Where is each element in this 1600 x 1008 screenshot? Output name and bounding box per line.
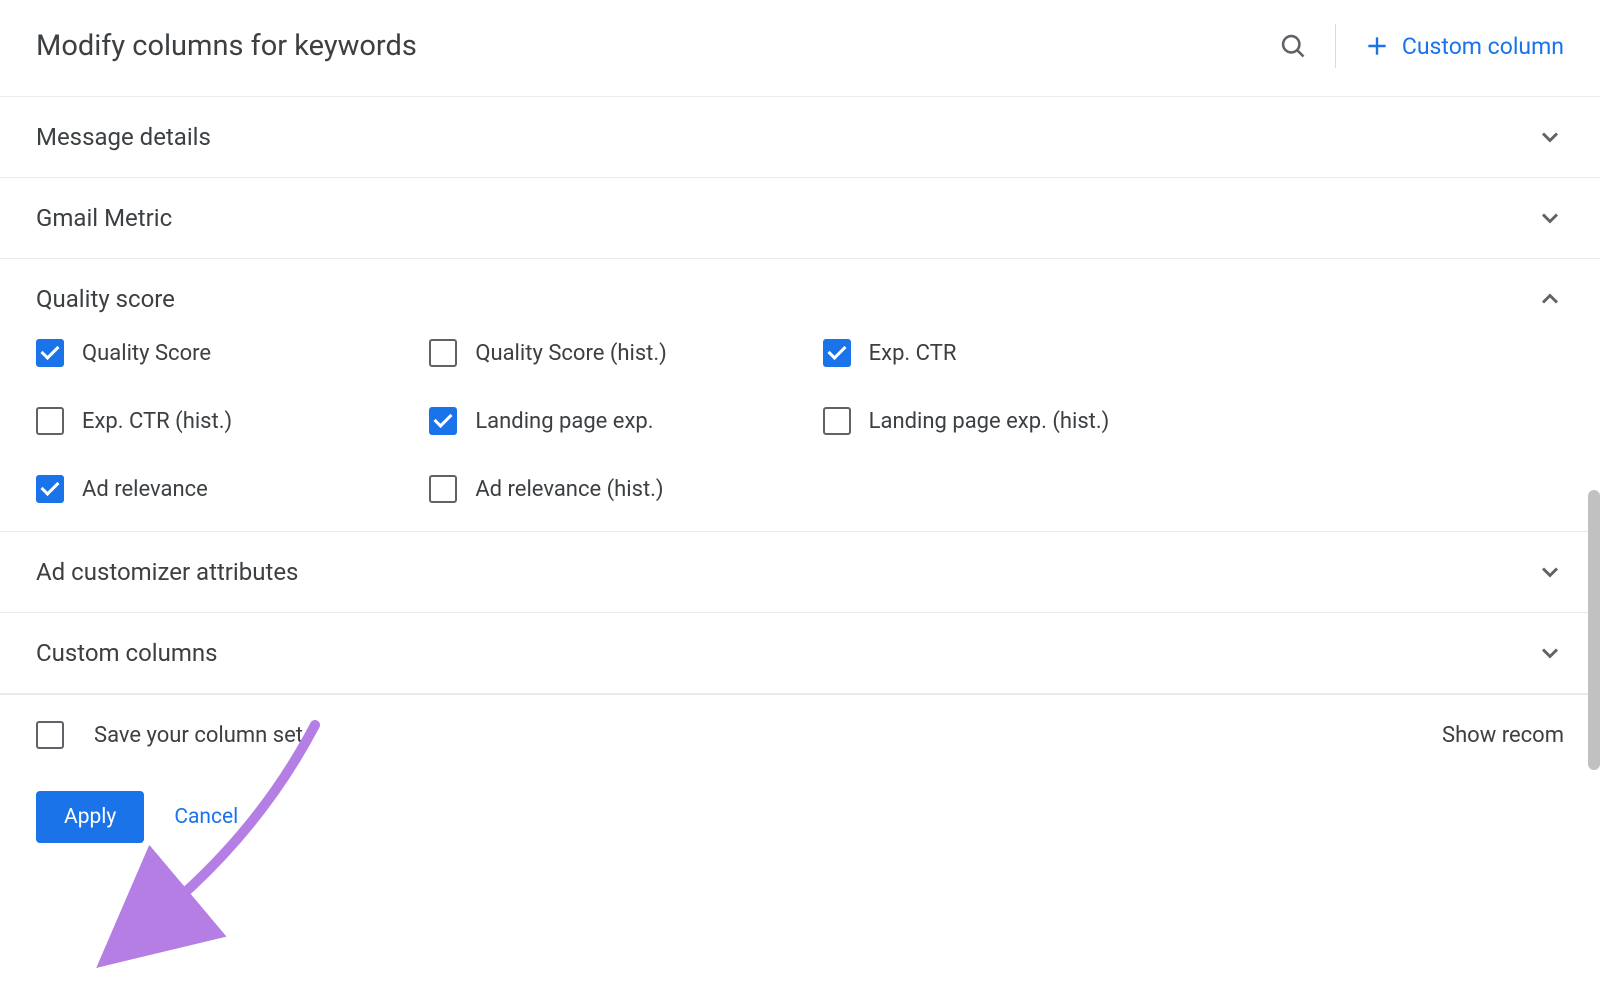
checkbox-icon [823, 407, 851, 435]
section-title: Quality score [36, 285, 175, 313]
checkbox-landing-page-exp-hist[interactable]: Landing page exp. (hist.) [823, 407, 1196, 435]
checkbox-icon [36, 475, 64, 503]
footer-row: Save your column set Show recom [36, 721, 1564, 749]
chevron-down-icon [1536, 204, 1564, 232]
checkbox-ad-relevance-hist[interactable]: Ad relevance (hist.) [429, 475, 802, 503]
section-body-quality-score: Quality Score Quality Score (hist.) Exp.… [0, 339, 1600, 531]
save-column-set-checkbox[interactable]: Save your column set [36, 721, 303, 749]
custom-column-button[interactable]: Custom column [1364, 33, 1564, 60]
section-ad-customizer: Ad customizer attributes [0, 532, 1600, 613]
chevron-down-icon [1536, 123, 1564, 151]
page-header: Modify columns for keywords Custom colum… [0, 0, 1600, 97]
section-message-details: Message details [0, 97, 1600, 178]
section-title: Message details [36, 123, 211, 151]
search-icon[interactable] [1279, 32, 1307, 60]
header-divider [1335, 24, 1336, 68]
section-gmail-metric: Gmail Metric [0, 178, 1600, 259]
checkbox-quality-score-hist[interactable]: Quality Score (hist.) [429, 339, 802, 367]
checkbox-label: Quality Score [82, 341, 211, 366]
checkbox-label: Ad relevance (hist.) [475, 477, 663, 502]
checkbox-quality-score[interactable]: Quality Score [36, 339, 409, 367]
section-custom-columns: Custom columns [0, 613, 1600, 694]
checkbox-landing-page-exp[interactable]: Landing page exp. [429, 407, 802, 435]
chevron-down-icon [1536, 558, 1564, 586]
checkbox-label: Exp. CTR (hist.) [82, 409, 232, 434]
header-actions: Custom column [1279, 24, 1564, 68]
section-header-ad-customizer[interactable]: Ad customizer attributes [0, 532, 1600, 612]
section-title: Ad customizer attributes [36, 558, 298, 586]
cancel-button[interactable]: Cancel [174, 805, 238, 829]
checkbox-icon [429, 339, 457, 367]
checkbox-label: Quality Score (hist.) [475, 341, 667, 366]
checkbox-icon [429, 475, 457, 503]
checkbox-exp-ctr-hist[interactable]: Exp. CTR (hist.) [36, 407, 409, 435]
show-recommended-link[interactable]: Show recom [1442, 723, 1564, 748]
section-quality-score: Quality score Quality Score Quality Scor… [0, 259, 1600, 532]
custom-column-label: Custom column [1402, 33, 1564, 60]
footer: Save your column set Show recom Apply Ca… [0, 694, 1600, 843]
chevron-down-icon [1536, 639, 1564, 667]
section-header-gmail-metric[interactable]: Gmail Metric [0, 178, 1600, 258]
plus-icon [1364, 33, 1390, 59]
checkbox-label: Landing page exp. (hist.) [869, 409, 1110, 434]
checkbox-icon [36, 721, 64, 749]
section-header-custom-columns[interactable]: Custom columns [0, 613, 1600, 693]
checkbox-icon [36, 339, 64, 367]
scrollbar[interactable] [1588, 490, 1600, 770]
section-header-message-details[interactable]: Message details [0, 97, 1600, 177]
checkbox-exp-ctr[interactable]: Exp. CTR [823, 339, 1196, 367]
checkbox-label: Exp. CTR [869, 341, 957, 366]
chevron-up-icon [1536, 285, 1564, 313]
checkbox-ad-relevance[interactable]: Ad relevance [36, 475, 409, 503]
checkbox-icon [823, 339, 851, 367]
footer-buttons: Apply Cancel [36, 791, 1564, 843]
section-title: Gmail Metric [36, 204, 172, 232]
checkbox-label: Landing page exp. [475, 409, 653, 434]
checkbox-label: Ad relevance [82, 477, 208, 502]
checkbox-icon [36, 407, 64, 435]
section-title: Custom columns [36, 639, 218, 667]
section-header-quality-score[interactable]: Quality score [0, 259, 1600, 339]
checkbox-grid: Quality Score Quality Score (hist.) Exp.… [36, 339, 1196, 503]
save-column-set-label: Save your column set [94, 723, 303, 748]
page-title: Modify columns for keywords [36, 29, 417, 63]
checkbox-icon [429, 407, 457, 435]
apply-button[interactable]: Apply [36, 791, 144, 843]
